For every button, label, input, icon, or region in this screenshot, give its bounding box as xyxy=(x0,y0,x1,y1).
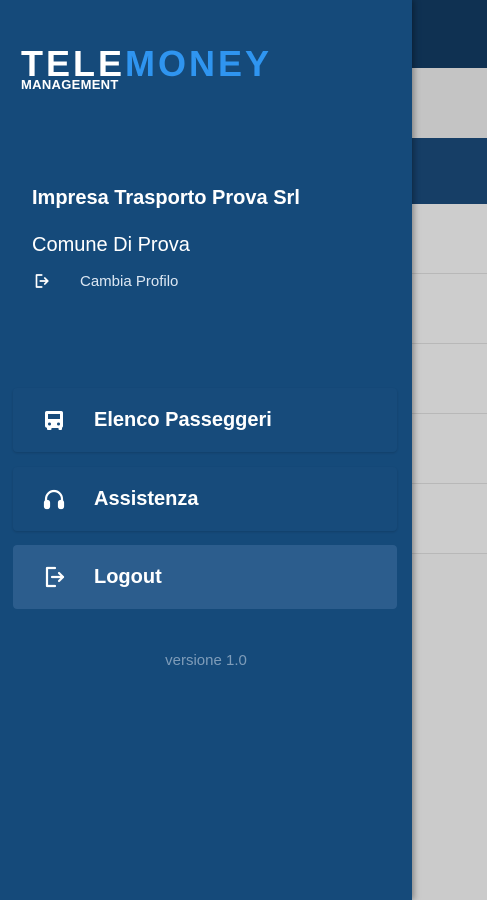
menu-item-label: Elenco Passeggeri xyxy=(94,408,272,431)
menu-item-elenco-passeggeri[interactable]: Elenco Passeggeri xyxy=(13,388,397,452)
menu-item-assistenza[interactable]: Assistenza xyxy=(13,467,397,531)
logo-subtitle: MANAGEMENT xyxy=(21,77,119,92)
list-item[interactable] xyxy=(412,414,487,484)
headset-icon xyxy=(41,486,67,512)
menu-item-label: Assistenza xyxy=(94,487,199,510)
navigation-drawer: TELEMONEY MANAGEMENT Impresa Trasporto P… xyxy=(0,0,412,900)
change-profile-link[interactable]: Cambia Profilo xyxy=(32,270,178,292)
menu-item-logout[interactable]: Logout xyxy=(13,545,397,609)
telemoney-logo: TELEMONEY MANAGEMENT xyxy=(21,46,281,96)
company-name: Impresa Trasporto Prova Srl xyxy=(32,187,300,209)
menu-item-label: Logout xyxy=(94,565,162,588)
logo-text-money: MONEY xyxy=(125,43,273,84)
list-item[interactable] xyxy=(412,274,487,344)
list-item[interactable] xyxy=(412,344,487,414)
list-item[interactable] xyxy=(412,484,487,554)
bus-icon xyxy=(41,407,67,433)
change-profile-label: Cambia Profilo xyxy=(80,272,179,290)
sign-out-icon xyxy=(32,272,50,290)
version-label: versione 1.0 xyxy=(165,652,247,669)
list-item[interactable] xyxy=(412,204,487,274)
comune-name: Comune Di Prova xyxy=(32,234,190,256)
logout-icon xyxy=(41,564,67,590)
